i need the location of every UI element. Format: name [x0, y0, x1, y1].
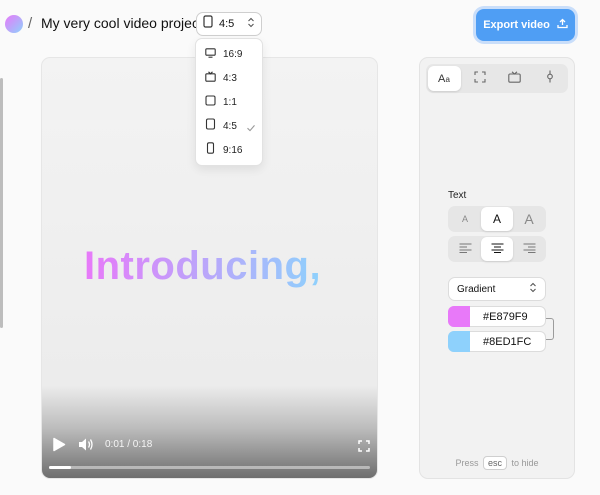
ratio-option-label: 4:3 — [223, 72, 237, 84]
volume-icon[interactable] — [78, 437, 94, 457]
text-size-control: A A A — [448, 206, 546, 232]
ratio-option-16-9[interactable]: 16:9 — [196, 44, 262, 64]
align-left-button[interactable] — [449, 237, 481, 261]
progress-fill — [49, 466, 72, 469]
text-size-large[interactable]: A — [513, 207, 545, 231]
ratio-option-4-3[interactable]: 4:3 — [196, 68, 262, 88]
tab-aspect[interactable] — [498, 66, 531, 91]
link-colors-icon[interactable] — [546, 318, 554, 340]
align-right-button[interactable] — [513, 237, 545, 261]
ratio-option-9-16[interactable]: 9:16 — [196, 140, 262, 160]
monitor-icon — [205, 45, 216, 63]
aspect-ratio-value: 4:5 — [219, 18, 235, 30]
align-center-icon — [491, 240, 504, 258]
app-logo[interactable] — [5, 15, 23, 33]
ratio-option-label: 1:1 — [223, 96, 237, 108]
text-align-control — [448, 236, 546, 262]
chevron-up-down-icon — [529, 280, 537, 298]
square-icon — [205, 93, 216, 111]
hint-suffix: to hide — [511, 458, 539, 468]
size-label: A — [524, 211, 534, 227]
ratio-option-label: 16:9 — [223, 48, 243, 60]
playback-time: 0:01 / 0:18 — [105, 439, 153, 450]
ratio-option-1-1[interactable]: 1:1 — [196, 92, 262, 112]
ratio-option-label: 9:16 — [223, 144, 243, 156]
video-headline: Introducing, — [84, 244, 322, 288]
breadcrumb-separator: / — [28, 15, 33, 32]
crop-icon — [473, 70, 486, 88]
fill-mode-value: Gradient — [457, 283, 496, 295]
ratio-option-label: 4:5 — [223, 120, 237, 132]
size-label: A — [492, 212, 501, 226]
keyframe-icon — [546, 70, 554, 88]
export-label: Export video — [483, 19, 550, 31]
portrait-icon — [203, 15, 213, 33]
text-section-label: Text — [448, 190, 467, 201]
esc-key: esc — [482, 456, 507, 470]
ratio-option-4-5[interactable]: 4:5 — [196, 116, 262, 136]
text-size-small[interactable]: A — [449, 207, 481, 231]
upload-icon — [557, 18, 568, 32]
phone-icon — [205, 141, 216, 159]
size-label: A — [461, 214, 468, 224]
fill-mode-select[interactable]: Gradient — [448, 277, 546, 301]
aspect-ratio-menu: 16:9 4:3 1:1 4:5 9:16 — [195, 38, 263, 166]
gradient-color-2[interactable]: #8ED1FC — [448, 331, 546, 352]
tab-crop[interactable] — [463, 66, 496, 91]
play-icon[interactable] — [52, 437, 66, 457]
gradient-color-1[interactable]: #E879F9 — [448, 306, 546, 327]
hint-prefix: Press — [455, 458, 479, 468]
color-swatch[interactable] — [448, 306, 470, 327]
hex-value[interactable]: #8ED1FC — [483, 336, 531, 348]
chevron-up-down-icon — [247, 15, 255, 33]
fullscreen-icon[interactable] — [358, 439, 370, 457]
hex-value[interactable]: #E879F9 — [483, 311, 528, 323]
align-center-button[interactable] — [481, 237, 513, 261]
svg-text:a: a — [445, 75, 450, 83]
aspect-ratio-select[interactable]: 4:5 — [196, 12, 262, 36]
project-title[interactable]: My very cool video project — [41, 15, 203, 31]
export-video-button[interactable]: Export video — [476, 9, 575, 41]
tv-icon — [508, 70, 521, 88]
color-swatch[interactable] — [448, 331, 470, 352]
check-icon — [246, 120, 256, 138]
properties-panel: Aa Text A A A Gradient #E879F9 #8ED1FC P… — [419, 57, 575, 479]
portrait-icon — [205, 117, 216, 135]
align-left-icon — [459, 240, 472, 258]
tv-icon — [205, 69, 216, 87]
left-scrollbar[interactable] — [0, 78, 3, 328]
align-right-icon — [523, 240, 536, 258]
tab-text-style[interactable]: Aa — [428, 66, 461, 91]
text-size-medium[interactable]: A — [481, 207, 513, 231]
text-style-icon: Aa — [438, 70, 452, 88]
panel-tabs: Aa — [426, 64, 568, 93]
tab-keyframe[interactable] — [533, 66, 566, 91]
progress-bar[interactable] — [49, 466, 370, 469]
hide-hint: Press esc to hide — [420, 456, 574, 470]
